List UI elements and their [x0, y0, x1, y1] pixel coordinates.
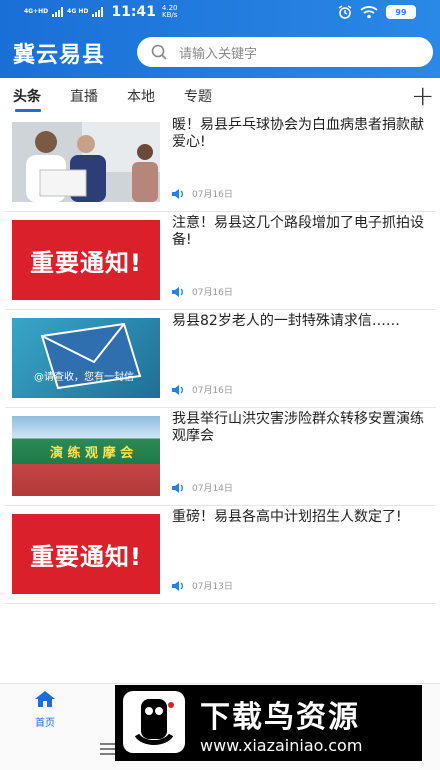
speed-unit: KB/s — [162, 11, 178, 19]
thumbnail-text: 重要通知! — [30, 248, 142, 277]
alarm-icon — [338, 5, 352, 19]
status-bar: 4G+HD 4G HD 11:41 4.20 KB/s 99 — [0, 0, 440, 26]
signal-icon — [52, 7, 64, 17]
news-thumbnail: 演 练 观 摩 会 — [12, 416, 160, 496]
news-item[interactable]: 演 练 观 摩 会 我县举行山洪灾害涉险群众转移安置演练观摩会 07月14日 — [5, 408, 436, 506]
network-label-2: 4G HD — [67, 8, 89, 15]
app-title: 冀云易县 — [13, 43, 106, 68]
signal-icon-2 — [92, 7, 104, 17]
tab-local[interactable]: 本地 — [127, 86, 155, 106]
news-item[interactable]: 重要通知! 重磅！易县各高中计划招生人数定了! 07月13日 — [5, 506, 436, 604]
watermark-url: www.xiazainiao.com — [200, 736, 363, 755]
news-title[interactable]: 我县举行山洪灾害涉险群众转移安置演练观摩会 — [172, 411, 424, 445]
category-tabs: 头条 直播 本地 专题 + — [0, 78, 440, 114]
speaker-icon[interactable] — [172, 384, 184, 395]
speaker-icon[interactable] — [172, 482, 184, 493]
news-item[interactable]: 重要通知! 注意！易县这几个路段增加了电子抓拍设备! 07月16日 — [5, 212, 436, 310]
news-item[interactable]: @请查收，您有一封信 易县82岁老人的一封特殊请求信…… 07月16日 — [5, 310, 436, 408]
wifi-icon — [360, 6, 378, 19]
thumbnail-text: 重要通知! — [30, 542, 142, 571]
news-thumbnail: @请查收，您有一封信 — [12, 318, 160, 398]
speaker-icon[interactable] — [172, 580, 184, 591]
tab-live[interactable]: 直播 — [70, 86, 98, 106]
thumbnail-text: @请查收，您有一封信 — [34, 372, 134, 383]
search-placeholder: 请输入关键字 — [179, 46, 258, 62]
watermark-logo-icon — [123, 691, 185, 753]
news-thumbnail: 重要通知! — [12, 220, 160, 300]
clock: 11:41 — [111, 4, 156, 20]
network-indicator: 4G+HD — [24, 9, 48, 15]
add-channel-icon[interactable]: + — [411, 82, 434, 110]
news-date: 07月16日 — [192, 386, 233, 396]
news-title[interactable]: 暖！易县乒乓球协会为白血病患者捐款献爱心! — [172, 117, 424, 151]
battery-icon: 99 — [386, 5, 416, 19]
search-icon — [151, 44, 167, 60]
menu-icon[interactable] — [100, 742, 116, 756]
home-icon — [35, 691, 55, 707]
app-header: 4G+HD 4G HD 11:41 4.20 KB/s 99 冀云易县 请输入关… — [0, 0, 440, 78]
active-tab-indicator — [15, 109, 41, 112]
nav-home-label: 首页 — [35, 718, 55, 729]
watermark-banner: 下载鸟资源 www.xiazainiao.com — [115, 685, 422, 761]
news-title[interactable]: 易县82岁老人的一封特殊请求信…… — [172, 313, 424, 330]
news-date: 07月16日 — [192, 190, 233, 200]
network-indicator-2: 4G HD — [67, 9, 88, 15]
speaker-icon[interactable] — [172, 188, 184, 199]
news-title[interactable]: 重磅！易县各高中计划招生人数定了! — [172, 509, 424, 526]
watermark-title: 下载鸟资源 — [200, 700, 360, 735]
network-label-1: 4G+HD — [24, 8, 49, 15]
tab-topics[interactable]: 专题 — [184, 86, 212, 106]
news-item[interactable]: 暖！易县乒乓球协会为白血病患者捐款献爱心! 07月16日 — [5, 114, 436, 212]
news-date: 07月13日 — [192, 582, 233, 592]
battery-level: 99 — [395, 7, 407, 17]
thumbnail-text: 演 练 观 摩 会 — [50, 446, 134, 461]
search-bar[interactable]: 请输入关键字 — [137, 37, 433, 67]
news-title[interactable]: 注意！易县这几个路段增加了电子抓拍设备! — [172, 215, 424, 249]
speaker-icon[interactable] — [172, 286, 184, 297]
news-date: 07月14日 — [192, 484, 233, 494]
news-date: 07月16日 — [192, 288, 233, 298]
network-speed: 4.20 KB/s — [162, 5, 178, 19]
nav-home[interactable]: 首页 — [28, 690, 62, 729]
news-thumbnail — [12, 122, 160, 202]
news-thumbnail: 重要通知! — [12, 514, 160, 594]
tab-headlines[interactable]: 头条 — [13, 86, 41, 106]
